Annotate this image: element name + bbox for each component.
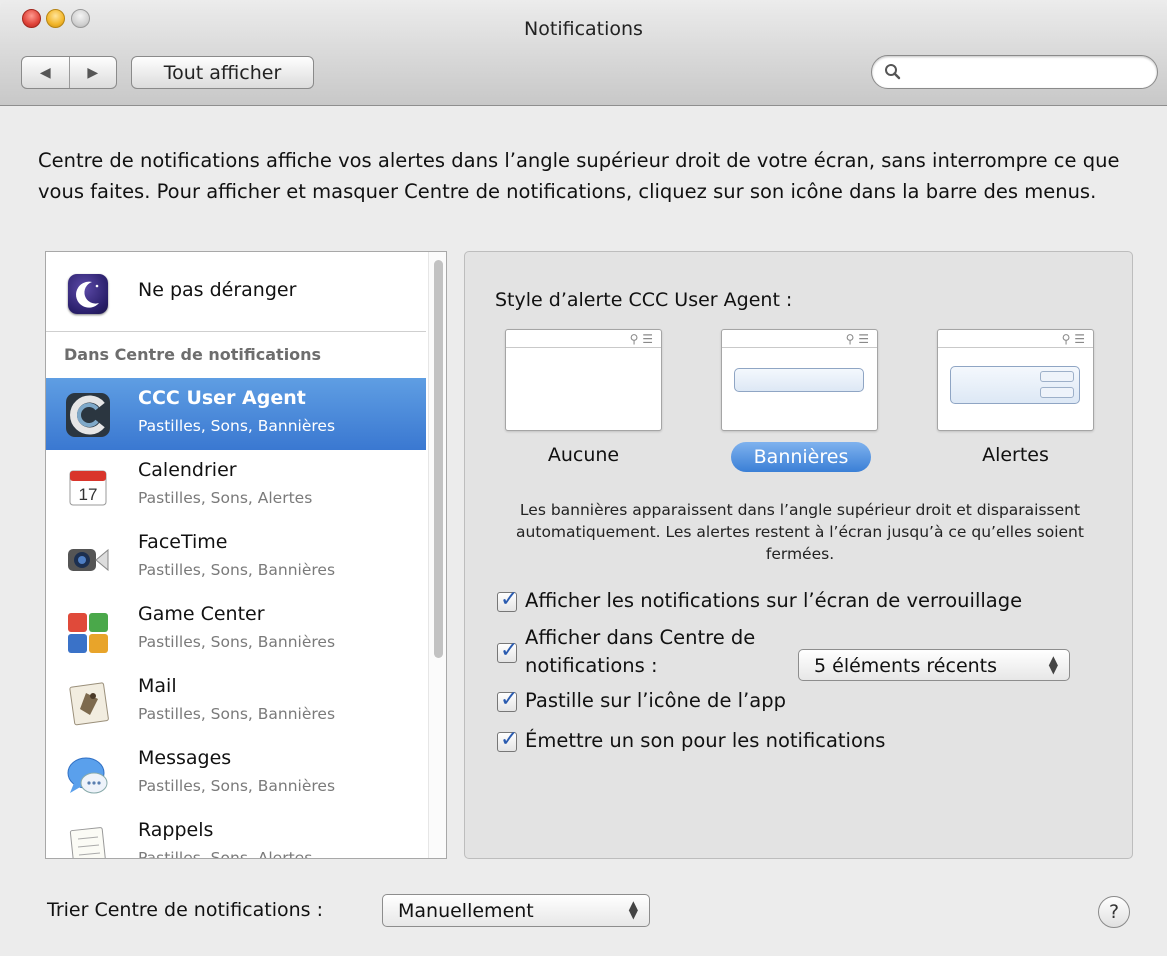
app-name: Mail	[138, 675, 177, 697]
app-subtitle: Pastilles, Sons, Bannières	[138, 777, 336, 795]
app-name: FaceTime	[138, 531, 228, 553]
game-center-icon	[64, 607, 112, 655]
preview-toolbar-glyphs: ⚲ ☰	[1061, 332, 1085, 346]
stepper-arrows-icon: ▲ ▼	[628, 898, 638, 921]
sort-select[interactable]: Manuellement ▲ ▼	[382, 894, 650, 927]
badge-label: Pastille sur l’icône de l’app	[525, 689, 786, 712]
section-header: Dans Centre de notifications	[64, 345, 322, 364]
banner-preview	[734, 368, 864, 392]
style-info-text: Les bannières apparaissent dans l’angle …	[516, 501, 1084, 563]
app-name: Game Center	[138, 603, 265, 625]
app-row-messages[interactable]: Messages Pastilles, Sons, Bannières	[46, 738, 426, 810]
notification-settings-panel: Style d’alerte CCC User Agent : ⚲ ☰ Aucu…	[464, 251, 1133, 859]
back-button[interactable]: ◀	[22, 57, 69, 88]
style-option-banners[interactable]: ⚲ ☰	[721, 329, 878, 431]
app-name: Calendrier	[138, 459, 237, 481]
app-list[interactable]: Ne pas déranger Dans Centre de notificat…	[45, 251, 447, 859]
reminders-icon	[64, 823, 112, 858]
show-all-button[interactable]: Tout afficher	[131, 56, 314, 89]
app-row-game-center[interactable]: Game Center Pastilles, Sons, Bannières	[46, 594, 426, 666]
calendar-day: 17	[79, 485, 98, 504]
recent-items-value: 5 éléments récents	[814, 655, 998, 677]
calendar-icon: 17	[64, 463, 112, 511]
chevron-left-icon: ◀	[39, 64, 51, 81]
sort-label: Trier Centre de notifications :	[47, 899, 323, 921]
alert-preview	[950, 366, 1080, 404]
mail-icon	[64, 679, 112, 727]
app-row-facetime[interactable]: FaceTime Pastilles, Sons, Bannières	[46, 522, 426, 594]
app-subtitle: Pastilles, Sons, Alertes	[138, 849, 313, 859]
app-subtitle: Pastilles, Sons, Alertes	[138, 489, 313, 507]
show-in-center-label-line2: notifications :	[525, 654, 658, 677]
app-name: Messages	[138, 747, 232, 769]
app-name: Rappels	[138, 819, 214, 841]
forward-button[interactable]: ▶	[68, 57, 117, 88]
sound-label: Émettre un son pour les notifications	[525, 729, 886, 752]
description-text: Centre de notifications affiche vos aler…	[38, 149, 1120, 203]
app-subtitle: Pastilles, Sons, Bannières	[138, 633, 336, 651]
messages-icon	[64, 751, 112, 799]
recent-items-select[interactable]: 5 éléments récents ▲ ▼	[798, 649, 1070, 681]
chevron-right-icon: ▶	[87, 64, 99, 81]
style-label-none[interactable]: Aucune	[505, 444, 662, 466]
show-in-center-label-line1: Afficher dans Centre de	[525, 626, 756, 649]
app-row-calendrier[interactable]: 17 Calendrier Pastilles, Sons, Alertes	[46, 450, 426, 522]
stepper-arrows-icon: ▲ ▼	[1048, 653, 1058, 676]
app-row-rappels[interactable]: Rappels Pastilles, Sons, Alertes	[46, 810, 426, 859]
toolbar: Notifications ◀ ▶ Tout afficher	[0, 0, 1167, 106]
lock-screen-label: Afficher les notifications sur l’écran d…	[525, 589, 1023, 612]
preview-toolbar-glyphs: ⚲ ☰	[629, 332, 653, 346]
window-title: Notifications	[524, 18, 643, 40]
style-option-alerts[interactable]: ⚲ ☰	[937, 329, 1094, 431]
search-icon	[884, 63, 902, 85]
app-subtitle: Pastilles, Sons, Bannières	[138, 561, 336, 579]
facetime-icon	[64, 535, 112, 583]
scrollbar-thumb[interactable]	[434, 260, 443, 658]
sound-checkbox[interactable]	[497, 727, 518, 752]
style-label-alerts[interactable]: Alertes	[937, 444, 1094, 466]
app-row-ccc-user-agent[interactable]: CCC User Agent Pastilles, Sons, Bannière…	[46, 378, 426, 450]
app-row-mail[interactable]: Mail Pastilles, Sons, Bannières	[46, 666, 426, 738]
sort-select-value: Manuellement	[398, 900, 534, 922]
preview-toolbar-glyphs: ⚲ ☰	[845, 332, 869, 346]
alert-style-label: Style d’alerte CCC User Agent :	[495, 289, 793, 311]
lock-screen-checkbox[interactable]	[497, 587, 518, 612]
do-not-disturb-item[interactable]: Ne pas déranger	[46, 252, 426, 332]
style-option-none[interactable]: ⚲ ☰	[505, 329, 662, 431]
preview-toolbar: ⚲ ☰	[722, 330, 877, 348]
back-forward-control: ◀ ▶	[21, 56, 117, 89]
show-in-center-checkbox[interactable]	[497, 638, 518, 663]
badge-checkbox[interactable]	[497, 687, 518, 712]
moon-icon	[68, 274, 108, 314]
preview-toolbar: ⚲ ☰	[938, 330, 1093, 348]
ccc-icon	[64, 391, 112, 439]
search-input[interactable]	[871, 55, 1158, 89]
list-scrollbar[interactable]	[428, 252, 446, 858]
app-name: CCC User Agent	[138, 387, 306, 409]
preview-toolbar: ⚲ ☰	[506, 330, 661, 348]
help-button[interactable]: ?	[1098, 896, 1130, 928]
app-subtitle: Pastilles, Sons, Bannières	[138, 705, 336, 723]
style-label-banners[interactable]: Bannières	[731, 442, 871, 472]
do-not-disturb-label: Ne pas déranger	[138, 279, 297, 301]
app-subtitle: Pastilles, Sons, Bannières	[138, 417, 336, 435]
